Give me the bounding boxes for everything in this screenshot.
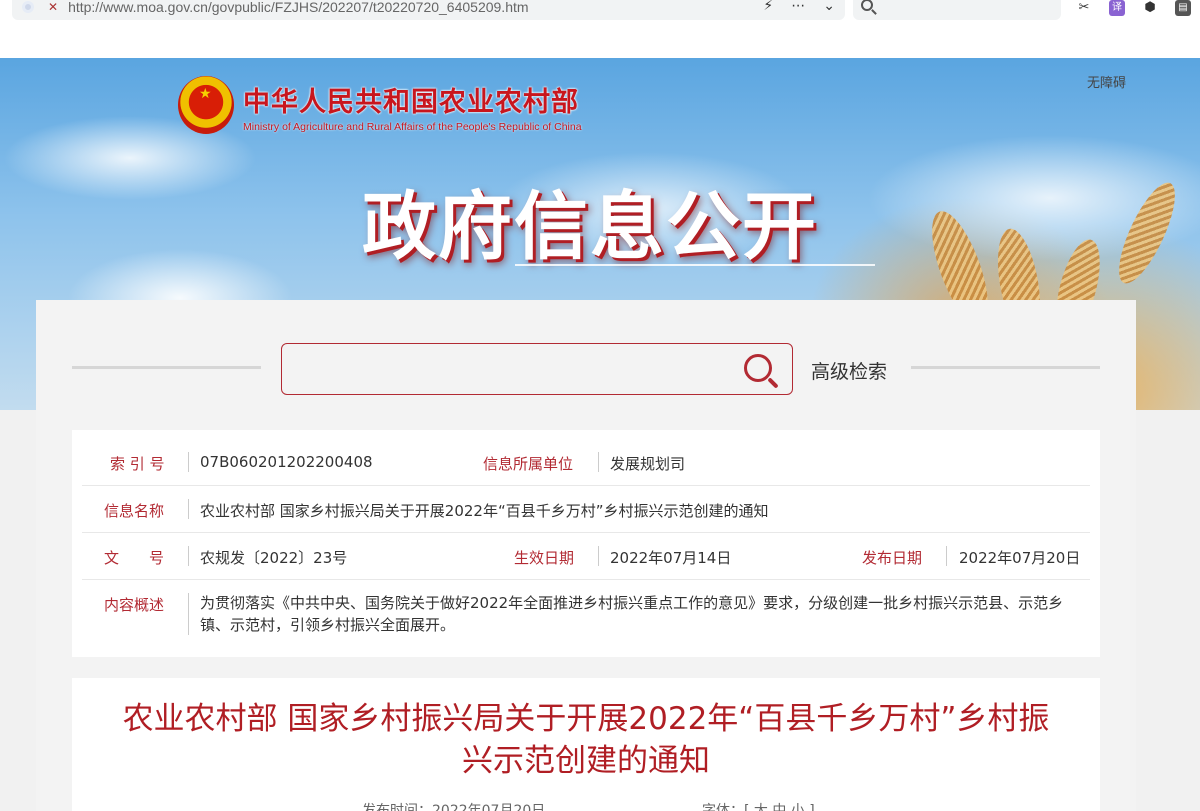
divider: [598, 546, 599, 566]
doc-number-label: 文 号: [104, 549, 165, 567]
chevron-down-icon[interactable]: ⌄: [823, 0, 835, 14]
name-value: 农业农村部 国家乡村振兴局关于开展2022年“百县千乡万村”乡村振兴示范创建的通…: [200, 502, 769, 520]
unit-label: 信息所属单位: [483, 455, 574, 473]
divider-right: [911, 366, 1100, 369]
info-row-name: 信息名称 农业农村部 国家乡村振兴局关于开展2022年“百县千乡万村”乡村振兴示…: [82, 486, 1090, 533]
doc-number-value: 农规发〔2022〕23号: [200, 549, 348, 567]
camera-blocked-icon[interactable]: ✕: [48, 0, 58, 14]
document-info-table: 索 引 号 07B060201202200408 信息所属单位 发展规划司 信息…: [72, 430, 1100, 657]
title-underline: [515, 264, 875, 266]
effective-date-value: 2022年07月14日: [610, 549, 732, 567]
font-size-switcher[interactable]: 字体：[ 大 中 小 ]: [702, 800, 815, 811]
extension-icons: ✂ 译 ⬢ ▤: [1076, 0, 1191, 16]
article-title: 农业农村部 国家乡村振兴局关于开展2022年“百县千乡万村”乡村振兴示范创建的通…: [122, 701, 1050, 779]
search-icon[interactable]: [744, 354, 772, 382]
star-icon: ★: [199, 86, 212, 102]
publish-date-label: 发布日期: [862, 549, 923, 567]
national-emblem-logo[interactable]: ★: [178, 76, 234, 134]
more-icon[interactable]: ⋯: [791, 0, 805, 14]
accessibility-link[interactable]: 无障碍: [1087, 72, 1126, 91]
reader-icon[interactable]: ▤: [1175, 0, 1191, 16]
summary-label: 内容概述: [104, 596, 165, 614]
site-name[interactable]: 中华人民共和国农业农村部: [243, 80, 579, 119]
browser-toolbar: ✕ http://www.moa.gov.cn/govpublic/FZJHS/…: [0, 0, 1200, 58]
browser-search-box[interactable]: [853, 0, 1061, 20]
bolt-icon[interactable]: ⚡: [763, 0, 773, 14]
divider: [188, 593, 189, 635]
address-bar[interactable]: ✕ http://www.moa.gov.cn/govpublic/FZJHS/…: [12, 0, 845, 20]
article-publish-time: 发布时间：2022年07月20日: [362, 803, 546, 811]
divider: [946, 546, 947, 566]
divider: [188, 546, 189, 566]
search-icon: [861, 0, 873, 11]
wheat-decoration: [1108, 175, 1186, 291]
divider-left: [72, 366, 261, 369]
info-row-doc: 文 号 农规发〔2022〕23号 生效日期 2022年07月14日 发布日期 2…: [82, 533, 1090, 580]
scissors-icon[interactable]: ✂: [1076, 0, 1092, 16]
translate-icon[interactable]: 译: [1109, 0, 1125, 16]
publish-date-value: 2022年07月20日: [959, 549, 1081, 567]
effective-date-label: 生效日期: [514, 549, 575, 567]
info-row-index: 索 引 号 07B060201202200408 信息所属单位 发展规划司: [82, 440, 1090, 486]
info-row-summary: 内容概述 为贯彻落实《中共中央、国务院关于做好2022年全面推进乡村振兴重点工作…: [82, 580, 1090, 642]
search-input[interactable]: [281, 343, 793, 395]
site-name-en[interactable]: Ministry of Agriculture and Rural Affair…: [243, 121, 582, 133]
address-tools: ⚡ ⋯ ⌄: [763, 0, 835, 14]
advanced-search-link[interactable]: 高级检索: [811, 357, 887, 384]
summary-value: 为贯彻落实《中共中央、国务院关于做好2022年全面推进乡村振兴重点工作的意见》要…: [200, 594, 1064, 634]
address-text[interactable]: http://www.moa.gov.cn/govpublic/FZJHS/20…: [68, 0, 528, 15]
site-info-icon[interactable]: [22, 1, 34, 13]
article-body: 农业农村部 国家乡村振兴局关于开展2022年“百县千乡万村”乡村振兴示范创建的通…: [72, 678, 1100, 811]
index-label: 索 引 号: [110, 455, 165, 473]
divider: [188, 452, 189, 472]
divider: [598, 452, 599, 472]
shield-icon[interactable]: ⬢: [1142, 0, 1158, 16]
index-value: 07B060201202200408: [200, 453, 373, 471]
unit-value: 发展规划司: [610, 455, 686, 473]
name-label: 信息名称: [104, 502, 165, 520]
divider: [188, 499, 189, 519]
section-title: 政府信息公开: [362, 184, 818, 270]
